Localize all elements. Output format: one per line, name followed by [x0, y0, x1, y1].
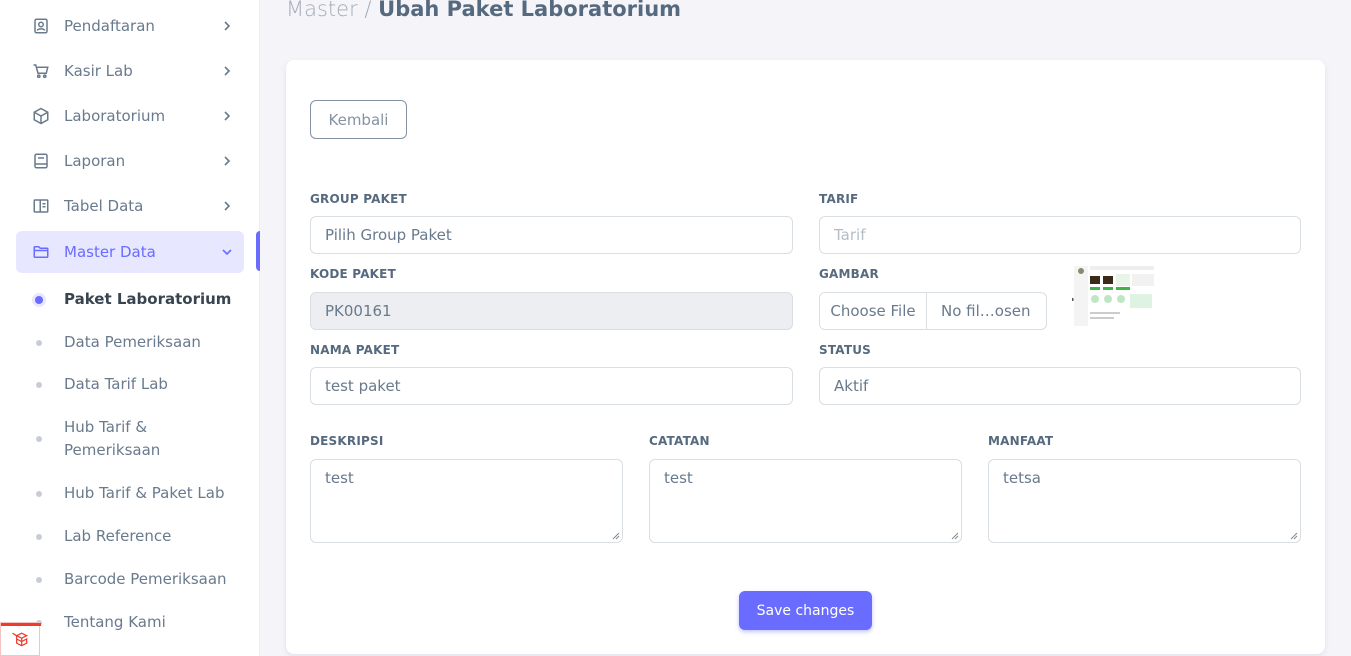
page-title: Ubah Paket Laboratorium	[378, 0, 682, 21]
group-paket-select[interactable]: Pilih Group Paket	[310, 216, 793, 254]
sidebar-item-kasir-lab[interactable]: Kasir Lab	[16, 50, 244, 92]
chevron-down-icon	[220, 245, 234, 259]
image-preview-thumbnail	[1072, 262, 1156, 328]
manfaat-label: MANFAAT	[988, 434, 1054, 448]
status-label: STATUS	[819, 343, 872, 357]
form-card	[286, 60, 1325, 654]
chevron-right-icon	[220, 19, 234, 33]
sidebar-item-label: Laboratorium	[64, 107, 166, 125]
back-button[interactable]: Kembali	[310, 100, 407, 139]
chevron-right-icon	[220, 154, 234, 168]
chevron-right-icon	[220, 109, 234, 123]
kode-paket-label: KODE PAKET	[310, 267, 396, 281]
bullet-icon	[36, 534, 42, 540]
kode-paket-input: PK00161	[310, 292, 793, 330]
sidebar-subitem-label: Data Tarif Lab	[64, 375, 168, 393]
sidebar-subitem-label: Lab Reference	[64, 527, 172, 545]
tarif-input[interactable]: Tarif	[819, 216, 1301, 254]
sidebar-subitem-data-tarif-lab[interactable]: Data Tarif Lab	[16, 373, 244, 396]
sidebar-subitem-label: Hub Tarif & Paket Lab	[64, 484, 225, 502]
catatan-textarea[interactable]: test	[649, 459, 962, 543]
active-menu-indicator	[256, 231, 260, 271]
status-select[interactable]: Aktif	[819, 367, 1301, 405]
nama-paket-input[interactable]: test paket	[310, 367, 793, 405]
sidebar-subitem-paket-laboratorium[interactable]: Paket Laboratorium	[16, 288, 244, 311]
sidebar-item-label: Pendaftaran	[64, 17, 155, 35]
gambar-label: GAMBAR	[819, 267, 879, 281]
tarif-label: TARIF	[819, 192, 859, 206]
sidebar: Pendaftaran Kasir Lab Laboratorium Lapor…	[0, 0, 260, 656]
table-icon	[32, 197, 50, 215]
resize-grip-icon[interactable]	[1290, 532, 1298, 540]
sidebar-subitem-label: Paket Laboratorium	[64, 290, 232, 308]
sidebar-item-tabel-data[interactable]: Tabel Data	[16, 185, 244, 227]
sidebar-item-label: Kasir Lab	[64, 62, 133, 80]
sidebar-subitem-label: Tentang Kami	[64, 613, 166, 631]
sidebar-subitem-hub-tarif-paket-lab[interactable]: Hub Tarif & Paket Lab	[16, 482, 244, 505]
sidebar-subitem-label: Barcode Pemeriksaan	[64, 570, 227, 588]
deskripsi-text: test	[325, 469, 354, 487]
sidebar-item-laboratorium[interactable]: Laboratorium	[16, 95, 244, 137]
report-icon	[32, 152, 50, 170]
resize-grip-icon[interactable]	[951, 532, 959, 540]
sidebar-subitem-barcode-pemeriksaan[interactable]: Barcode Pemeriksaan	[16, 568, 244, 591]
bullet-icon	[36, 491, 42, 497]
catatan-label: CATATAN	[649, 434, 710, 448]
folder-icon	[32, 243, 50, 261]
gambar-file-input[interactable]: Choose File No fil…osen	[819, 292, 1047, 330]
resize-grip-icon[interactable]	[612, 532, 620, 540]
nama-paket-label: NAMA PAKET	[310, 343, 400, 357]
deskripsi-textarea[interactable]: test	[310, 459, 623, 543]
sidebar-item-pendaftaran[interactable]: Pendaftaran	[16, 5, 244, 47]
chevron-right-icon	[220, 199, 234, 213]
catatan-text: test	[664, 469, 693, 487]
breadcrumb: Master / Ubah Paket Laboratorium	[286, 0, 681, 22]
sidebar-subitem-data-pemeriksaan[interactable]: Data Pemeriksaan	[16, 331, 244, 354]
save-changes-button[interactable]: Save changes	[739, 591, 872, 630]
laravel-debugbar-icon[interactable]	[0, 622, 41, 656]
manfaat-text: tetsa	[1003, 469, 1041, 487]
chevron-right-icon	[220, 64, 234, 78]
group-paket-label: GROUP PAKET	[310, 192, 407, 206]
sidebar-item-label: Master Data	[64, 243, 156, 261]
sidebar-subitem-label: Hub Tarif & Pemeriksaan	[64, 418, 161, 459]
sidebar-subitem-label: Data Pemeriksaan	[64, 333, 201, 351]
sidebar-subitem-hub-tarif-pemeriksaan[interactable]: Hub Tarif & Pemeriksaan	[16, 416, 216, 462]
bullet-icon	[36, 340, 42, 346]
cube-icon	[32, 107, 50, 125]
breadcrumb-parent: Master /	[286, 0, 372, 21]
choose-file-button[interactable]: Choose File	[820, 293, 927, 329]
sidebar-item-master-data[interactable]: Master Data	[16, 231, 244, 273]
bullet-icon	[35, 296, 43, 304]
sidebar-subitem-tentang-kami[interactable]: Tentang Kami	[16, 611, 244, 634]
cart-icon	[32, 62, 50, 80]
bullet-icon	[36, 436, 42, 442]
deskripsi-label: DESKRIPSI	[310, 434, 384, 448]
sidebar-item-label: Laporan	[64, 152, 126, 170]
sidebar-item-label: Tabel Data	[64, 197, 144, 215]
bullet-icon	[36, 577, 42, 583]
sidebar-item-laporan[interactable]: Laporan	[16, 140, 244, 182]
bullet-icon	[36, 382, 42, 388]
file-name-text: No fil…osen	[941, 302, 1031, 320]
sidebar-subitem-lab-reference[interactable]: Lab Reference	[16, 525, 244, 548]
manfaat-textarea[interactable]: tetsa	[988, 459, 1301, 543]
registration-icon	[32, 17, 50, 35]
